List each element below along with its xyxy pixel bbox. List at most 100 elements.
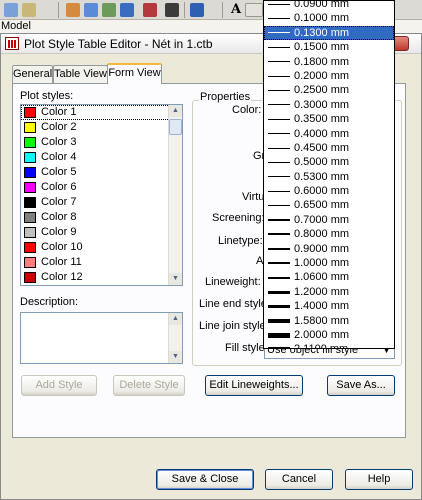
plot-style-icon	[5, 37, 19, 50]
help-button[interactable]: Help	[345, 469, 413, 490]
description-label: Description:	[20, 296, 79, 308]
lineweight-option[interactable]: 0.1300 mm	[264, 25, 394, 41]
lineweight-option[interactable]: 0.1000 mm	[264, 11, 394, 25]
lineweight-option[interactable]: 0.1500 mm	[264, 40, 394, 54]
lineweight-option[interactable]: 0.3000 mm	[264, 98, 394, 112]
scroll-down-icon[interactable]: ▼	[169, 273, 182, 285]
list-item-label: Color 4	[41, 151, 77, 163]
lineweight-option[interactable]: 0.5000 mm	[264, 155, 394, 169]
markup-icon[interactable]	[120, 3, 134, 17]
plot-styles-list[interactable]: Color 1 Color 2 Color 3 Color 4 Color 5 Color…	[20, 104, 183, 286]
color-label: Color:	[232, 104, 262, 116]
lineweight-option-label: 0.2500 mm	[294, 84, 350, 97]
lineweight-option-label: 1.2000 mm	[294, 285, 350, 298]
lineweight-option-label: 0.9000 mm	[294, 242, 350, 255]
lineweight-sample-icon	[268, 190, 290, 192]
lineweight-option[interactable]: 1.5800 mm	[264, 314, 394, 328]
lineweight-option[interactable]: 0.5300 mm	[264, 170, 394, 184]
tool-palette-icon[interactable]	[84, 3, 98, 17]
color-swatch	[24, 197, 36, 208]
list-item[interactable]: Color 2	[21, 120, 182, 135]
delete-style-button[interactable]: Delete Style	[113, 375, 185, 396]
lineweight-option[interactable]: 0.8000 mm	[264, 227, 394, 241]
lineweight-option-label: 0.5300 mm	[294, 170, 350, 183]
text-style-dropdown-icon[interactable]	[245, 3, 263, 17]
list-item-label: Color 11	[41, 256, 82, 268]
help-icon[interactable]	[190, 3, 204, 17]
lineweight-sample-icon	[268, 118, 290, 120]
description-scrollbar[interactable]: ▲ ▼	[168, 313, 182, 363]
properties-title: Properties	[199, 91, 252, 103]
text-style-icon[interactable]: A	[231, 2, 241, 17]
properties-icon[interactable]	[4, 3, 18, 17]
lineweight-option-label: 0.8000 mm	[294, 228, 350, 241]
tab-form-view[interactable]: Form View	[107, 63, 162, 84]
list-item[interactable]: Color 3	[21, 135, 182, 150]
color-swatch	[24, 227, 36, 238]
sheet-set-icon[interactable]	[102, 3, 116, 17]
lineweight-option[interactable]: 0.9000 mm	[264, 242, 394, 256]
add-style-button[interactable]: Add Style	[21, 375, 97, 396]
list-item[interactable]: Color 9	[21, 225, 182, 240]
list-item[interactable]: Color 5	[21, 165, 182, 180]
toolbar-separator	[184, 2, 185, 18]
list-item[interactable]: Color 6	[21, 180, 182, 195]
lineweight-option[interactable]: 1.0600 mm	[264, 270, 394, 284]
list-item-label: Color 9	[41, 226, 77, 238]
scroll-up-icon[interactable]: ▲	[169, 313, 182, 325]
lineweight-option[interactable]: 1.2000 mm	[264, 285, 394, 299]
tab-table-view[interactable]: Table View	[53, 65, 108, 83]
lineweight-option[interactable]: 0.1800 mm	[264, 55, 394, 69]
list-item[interactable]: Color 7	[21, 195, 182, 210]
scroll-down-icon[interactable]: ▼	[169, 351, 182, 363]
list-item[interactable]: Color 10	[21, 240, 182, 255]
tab-general[interactable]: General	[12, 65, 53, 83]
lineweight-option[interactable]: 2.1100 mm	[264, 342, 394, 348]
lineweight-option[interactable]: 1.0000 mm	[264, 256, 394, 270]
lineweight-option-label: 1.4000 mm	[294, 300, 350, 313]
lineweight-option[interactable]: 0.7000 mm	[264, 213, 394, 227]
lineweight-option[interactable]: 0.6000 mm	[264, 184, 394, 198]
calculator-icon[interactable]	[165, 3, 179, 17]
scroll-thumb[interactable]	[169, 119, 182, 135]
lineweight-dropdown-list[interactable]: 0.0900 mm 0.1000 mm 0.1300 mm 0.1500 mm 0.18…	[263, 0, 395, 349]
lineweight-option[interactable]: 0.0900 mm	[264, 1, 394, 11]
list-item[interactable]: Color 4	[21, 150, 182, 165]
save-as-button[interactable]: Save As...	[327, 375, 395, 396]
edit-lineweights-button[interactable]: Edit Lineweights...	[205, 375, 303, 396]
lineweight-option[interactable]: 1.4000 mm	[264, 299, 394, 313]
lineweight-option[interactable]: 0.2000 mm	[264, 69, 394, 83]
cancel-button[interactable]: Cancel	[265, 469, 333, 490]
design-center-icon[interactable]	[66, 3, 80, 17]
list-item[interactable]: Color 11	[21, 255, 182, 270]
button-label: Save As...	[336, 379, 386, 391]
save-close-button[interactable]: Save & Close	[156, 469, 254, 490]
list-item[interactable]: Color 13	[21, 285, 182, 286]
lineweight-option[interactable]: 0.4500 mm	[264, 141, 394, 155]
lineweight-option-label: 1.5800 mm	[294, 314, 350, 327]
lineweight-option[interactable]: 0.2500 mm	[264, 83, 394, 97]
list-item-label: Color 1	[41, 106, 77, 118]
tab-label: Table View	[54, 68, 107, 80]
lineweight-option[interactable]: 2.0000 mm	[264, 328, 394, 342]
tab-label: General	[13, 68, 53, 80]
list-item[interactable]: Color 8	[21, 210, 182, 225]
lineweight-option[interactable]: 0.3500 mm	[264, 112, 394, 126]
list-item-label: Color 5	[41, 166, 77, 178]
match-icon[interactable]	[22, 3, 36, 17]
list-item[interactable]: Color 12	[21, 270, 182, 285]
lineweight-option-label: 0.6500 mm	[294, 199, 350, 212]
db-connect-icon[interactable]	[143, 3, 157, 17]
description-field[interactable]: ▲ ▼	[20, 312, 183, 364]
lineweight-sample-icon	[268, 3, 290, 5]
lineweight-sample-icon	[268, 18, 290, 20]
lineweight-option[interactable]: 0.4000 mm	[264, 127, 394, 141]
color-swatch	[24, 167, 36, 178]
scroll-up-icon[interactable]: ▲	[169, 105, 182, 117]
lineweight-option-label: 1.0600 mm	[294, 271, 350, 284]
plot-styles-scrollbar[interactable]: ▲ ▼	[168, 105, 182, 285]
list-item[interactable]: Color 1	[21, 105, 182, 120]
fill-style-label: Fill style:	[225, 342, 268, 354]
lineweight-option[interactable]: 0.6500 mm	[264, 198, 394, 212]
button-label: Cancel	[281, 473, 317, 485]
